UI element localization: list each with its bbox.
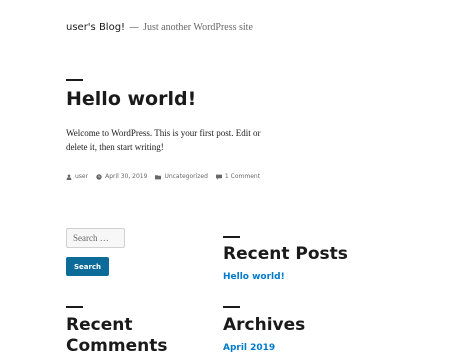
meta-date-label: April 30, 2019 [105,173,148,180]
archive-link[interactable]: April 2019 [223,343,275,353]
person-icon [66,173,72,180]
folder-icon [155,174,162,179]
post-separator [66,79,83,81]
meta-author[interactable]: user [66,173,88,180]
site-header: user's Blog! — Just another WordPress site [66,22,253,33]
archives-separator [223,306,240,308]
comment-icon [215,174,222,180]
site-title-link[interactable]: user's Blog! [66,22,125,33]
post-content: Welcome to WordPress. This is your first… [66,128,261,152]
meta-date[interactable]: April 30, 2019 [96,173,147,180]
meta-comments[interactable]: 1 Comment [215,173,261,180]
recent-comments-title-line1: Recent [66,315,133,335]
meta-author-label: user [75,173,89,180]
recent-posts-title: Recent Posts [223,244,348,264]
post-meta: user April 30, 2019 Uncategorized 1 Comm… [66,173,268,180]
meta-category[interactable]: Uncategorized [155,173,208,180]
recent-comments-title-line2: Comments [66,336,168,356]
search-button[interactable]: Search [66,257,109,276]
recent-post-link[interactable]: Hello world! [223,272,285,282]
post-title[interactable]: Hello world! [66,88,196,110]
recent-posts-separator [223,236,240,238]
title-separator: — [129,22,140,33]
recent-comments-separator [66,306,83,308]
site-tagline: Just another WordPress site [143,22,253,33]
meta-category-label: Uncategorized [164,173,208,180]
archives-title: Archives [223,315,306,335]
search-input[interactable] [66,228,125,248]
meta-comments-label: 1 Comment [224,173,261,180]
clock-icon [96,173,102,180]
